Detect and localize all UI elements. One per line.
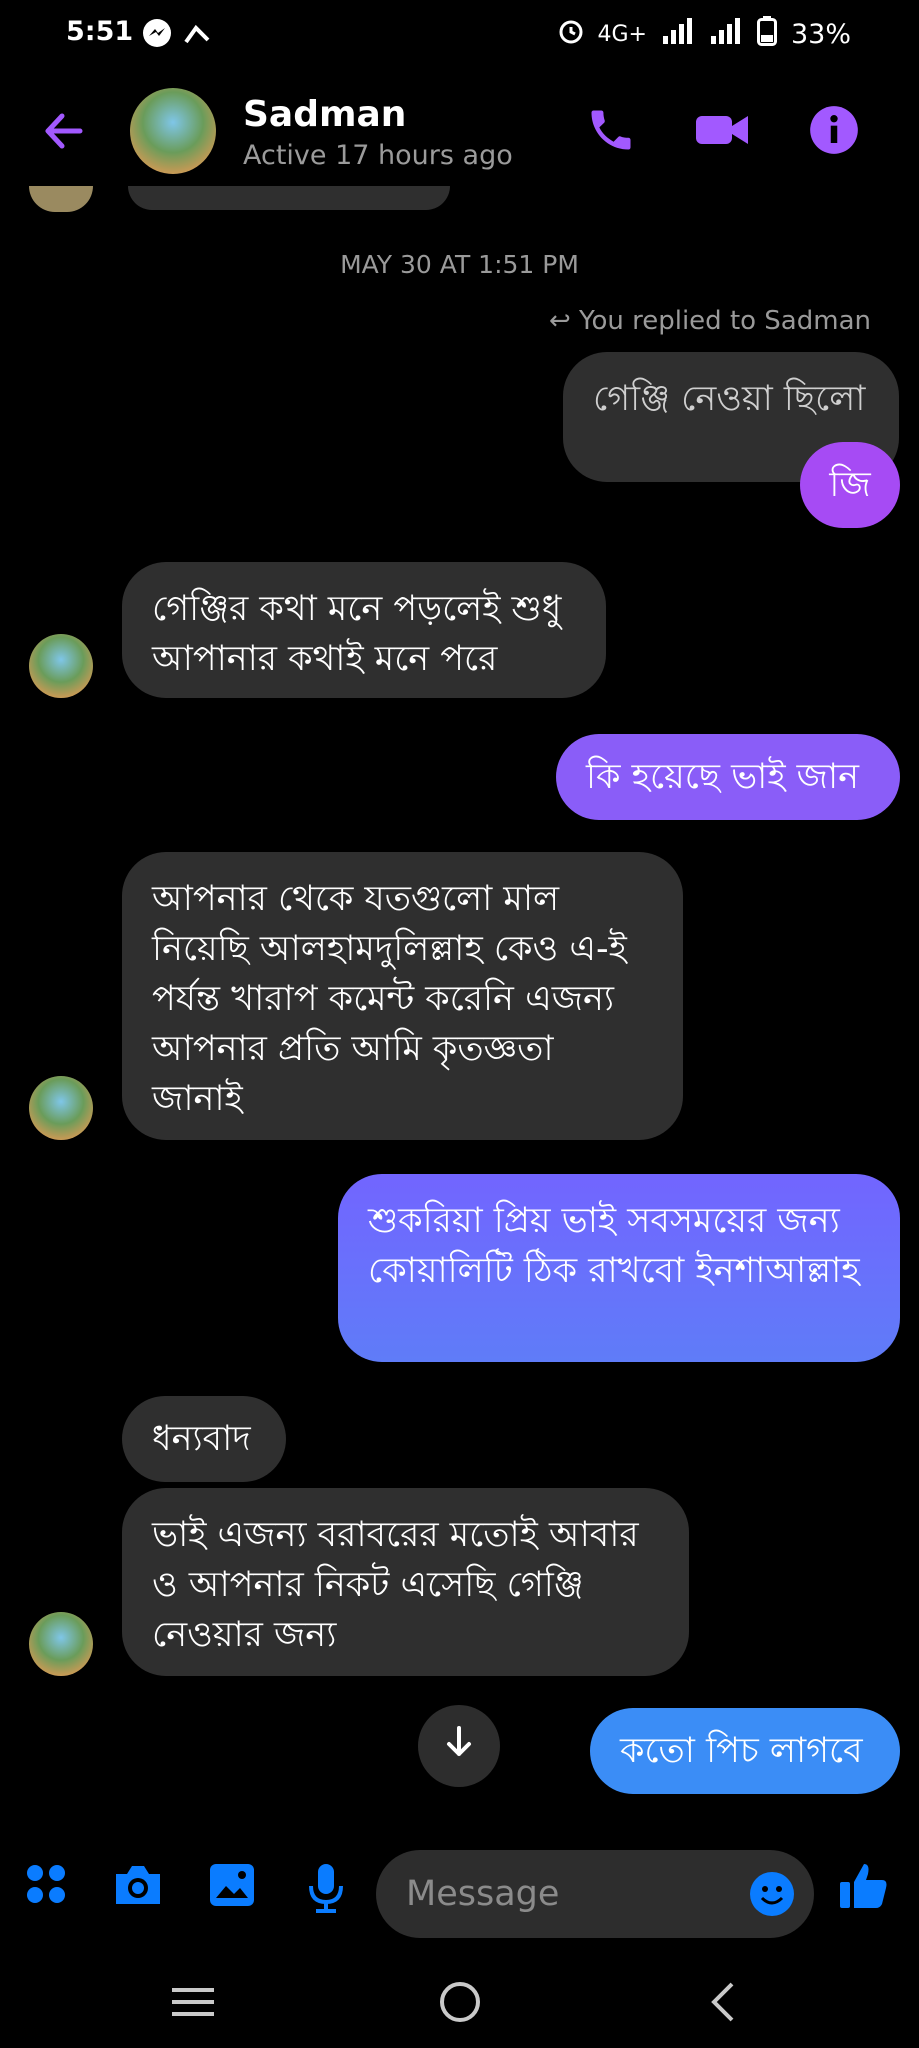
message-text: আপনার থেকে যতগুলো মাল নিয়েছি আলহামদুলিল…: [152, 879, 627, 1119]
back-arrow-icon[interactable]: [40, 108, 86, 161]
info-icon[interactable]: [808, 104, 860, 156]
date-separator: MAY 30 AT 1:51 PM: [340, 250, 579, 279]
emoji-icon[interactable]: [748, 1870, 796, 1922]
quoted-message-text: গেঞ্জি নেওয়া ছিলো: [593, 379, 866, 419]
signal-icon-2: [709, 18, 743, 51]
message-text: জি: [829, 465, 871, 505]
message-bubble-in[interactable]: আপনার থেকে যতগুলো মাল নিয়েছি আলহামদুলিল…: [122, 852, 683, 1140]
arrow-down-icon: [441, 1724, 477, 1769]
battery-percent: 33%: [790, 19, 851, 50]
message-bubble-out[interactable]: কি হয়েছে ভাই জান: [556, 734, 900, 820]
message-bubble-out[interactable]: জি: [800, 442, 900, 528]
contact-avatar[interactable]: [29, 1612, 93, 1676]
previous-message-partial: [128, 186, 450, 210]
phone-icon[interactable]: [585, 104, 637, 156]
message-bubble-out[interactable]: কতো পিচ লাগবে: [590, 1708, 900, 1794]
status-right: 4G+ 33%: [558, 16, 851, 53]
status-bar: 5:51 4G+ 33%: [0, 0, 919, 68]
reply-icon: ↩: [548, 306, 571, 336]
camera-icon[interactable]: [112, 1862, 164, 1914]
signal-icon: [661, 18, 695, 51]
recent-apps-icon[interactable]: [172, 1984, 214, 2024]
alarm-icon: [558, 18, 584, 51]
reply-indicator-text: You replied to Sadman: [579, 306, 871, 336]
contact-name[interactable]: Sadman: [243, 94, 406, 135]
messenger-notification-icon: [142, 18, 172, 55]
avatar[interactable]: [130, 88, 216, 174]
network-type: 4G+: [597, 22, 647, 47]
video-call-icon[interactable]: [694, 104, 748, 156]
message-bubble-in[interactable]: ধন্যবাদ: [122, 1396, 286, 1482]
avatar-partial: [29, 186, 93, 212]
chat-header: Sadman Active 17 hours ago: [0, 70, 919, 190]
like-thumb-icon[interactable]: [838, 1860, 890, 1912]
message-text: কি হয়েছে ভাই জান: [586, 757, 860, 797]
message-text: ভাই এজন্য বরাবরের মতোই আবার ও আপনার নিকট…: [152, 1515, 639, 1655]
scroll-down-button[interactable]: [418, 1705, 500, 1787]
message-text: ধন্যবাদ: [152, 1419, 251, 1459]
home-icon[interactable]: [438, 1980, 482, 2028]
contact-avatar[interactable]: [29, 634, 93, 698]
contact-avatar[interactable]: [29, 1076, 93, 1140]
reply-indicator: ↩ You replied to Sadman: [549, 306, 871, 336]
message-text: শুকরিয়া প্রিয় ভাই সবসময়ের জন্য কোয়াল…: [368, 1201, 860, 1291]
message-bubble-in[interactable]: গেঞ্জির কথা মনে পড়লেই শুধু আপানার কথাই …: [122, 562, 606, 698]
message-bubble-in[interactable]: ভাই এজন্য বরাবরের মতোই আবার ও আপনার নিকট…: [122, 1488, 689, 1676]
apps-grid-icon[interactable]: [24, 1862, 76, 1914]
message-text: গেঞ্জির কথা মনে পড়লেই শুধু আপানার কথাই …: [152, 589, 562, 679]
message-text: কতো পিচ লাগবে: [620, 1731, 863, 1771]
composer-bar: Message: [0, 1840, 919, 1950]
back-nav-icon[interactable]: [706, 1980, 740, 2028]
battery-icon: [756, 16, 777, 53]
call-missed-icon: [182, 18, 212, 55]
system-nav-bar: [0, 1960, 919, 2048]
message-bubble-out[interactable]: শুকরিয়া প্রিয় ভাই সবসময়ের জন্য কোয়াল…: [338, 1174, 900, 1362]
status-time: 5:51: [66, 16, 134, 47]
gallery-icon[interactable]: [208, 1862, 260, 1914]
message-input-placeholder: Message: [406, 1874, 560, 1914]
microphone-icon[interactable]: [306, 1862, 358, 1914]
contact-status: Active 17 hours ago: [243, 140, 513, 171]
